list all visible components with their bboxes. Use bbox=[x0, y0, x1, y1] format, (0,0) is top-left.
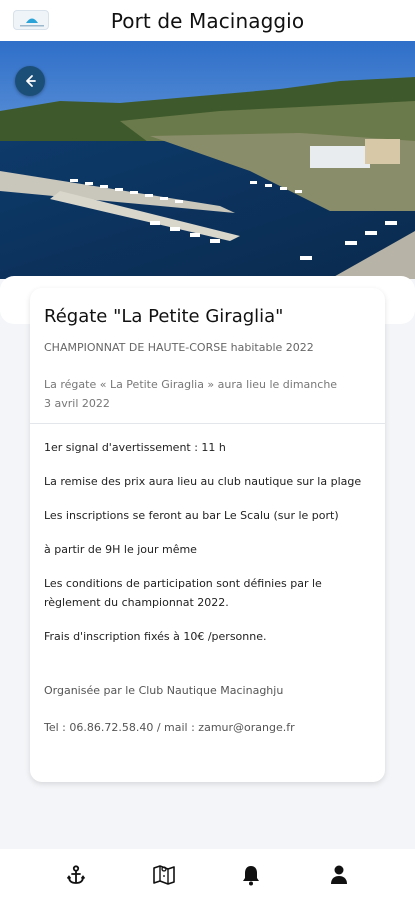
event-paragraph: Les inscriptions se feront au bar Le Sca… bbox=[44, 509, 339, 522]
bottom-nav bbox=[0, 849, 415, 900]
user-icon bbox=[331, 865, 348, 884]
arrow-left-icon bbox=[26, 75, 36, 87]
event-card: Régate "La Petite Giraglia" CHAMPIONNAT … bbox=[30, 288, 385, 782]
map-icon bbox=[152, 864, 175, 885]
event-contact[interactable]: Tel : 06.86.72.58.40 / mail : zamur@oran… bbox=[44, 721, 371, 734]
event-date: La régate « La Petite Giraglia » aura li… bbox=[44, 375, 371, 413]
event-date-line1: La régate « La Petite Giraglia » aura li… bbox=[44, 378, 338, 391]
nav-item-port[interactable] bbox=[64, 863, 88, 887]
nav-item-notifications[interactable] bbox=[239, 863, 263, 887]
event-organizer: Organisée par le Club Nautique Macinaghj… bbox=[44, 684, 284, 697]
event-subtitle: CHAMPIONNAT DE HAUTE-CORSE habitable 202… bbox=[44, 341, 314, 354]
event-title: Régate "La Petite Giraglia" bbox=[44, 306, 284, 327]
event-paragraph: La remise des prix aura lieu au club nau… bbox=[44, 475, 362, 488]
anchor-icon bbox=[66, 864, 86, 884]
nav-item-profile[interactable] bbox=[327, 863, 351, 887]
port-logo-icon bbox=[13, 10, 49, 30]
event-date-line2: 3 avril 2022 bbox=[44, 397, 110, 410]
hero-image bbox=[0, 41, 415, 279]
page-title: Port de Macinaggio bbox=[110, 8, 305, 33]
nav-item-map[interactable] bbox=[152, 863, 176, 887]
event-paragraph: Frais d'inscription fixés à 10€ /personn… bbox=[44, 630, 267, 643]
bell-icon bbox=[243, 865, 260, 885]
event-paragraph: à partir de 9H le jour même bbox=[44, 543, 197, 556]
back-button[interactable] bbox=[15, 66, 45, 96]
top-bar: Port de Macinaggio bbox=[0, 0, 415, 41]
event-paragraph: 1er signal d'avertissement : 11 h bbox=[44, 441, 226, 454]
event-paragraph: Les conditions de participation sont déf… bbox=[44, 577, 322, 609]
